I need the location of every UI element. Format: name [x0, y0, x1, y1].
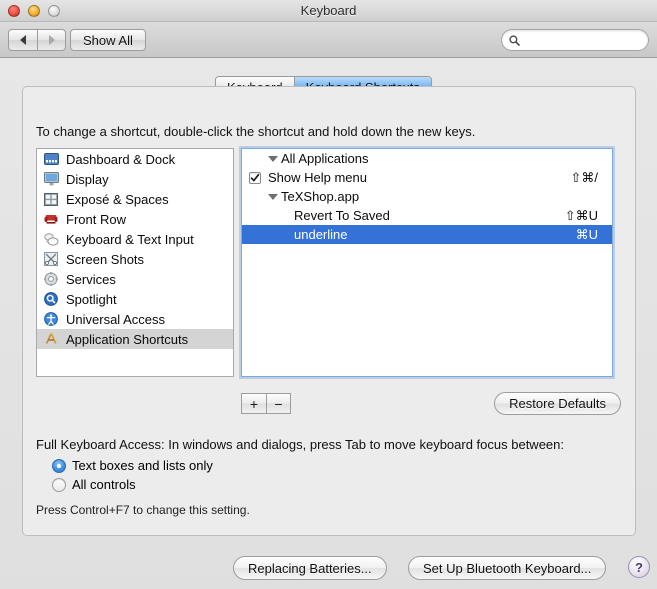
radio-text-boxes-and-lists-only[interactable]: Text boxes and lists only [52, 458, 213, 473]
window-title: Keyboard [300, 3, 357, 18]
search-field[interactable] [501, 29, 649, 51]
question-mark-icon: ? [635, 559, 643, 575]
minus-icon: − [274, 395, 283, 412]
sidebar-item-label: Universal Access [66, 311, 165, 327]
show-all-label: Show All [83, 32, 133, 48]
shortcut-key-combo[interactable]: ⇧⌘U [565, 208, 612, 224]
checkbox-checked-icon [249, 171, 261, 184]
radio-all-controls[interactable]: All controls [52, 477, 136, 492]
plus-icon: + [249, 395, 259, 412]
sidebar-item-spotlight[interactable]: Spotlight [37, 289, 233, 309]
sidebar-item-label: Screen Shots [66, 251, 145, 267]
shortcut-item-label: Show Help menu [268, 170, 367, 185]
radio-label: All controls [72, 477, 136, 492]
remove-shortcut-button[interactable]: − [266, 393, 291, 414]
shortcuts-list[interactable]: All Applications Show Help menu ⇧⌘/ TeXS… [241, 148, 613, 377]
shortcut-group-row[interactable]: TeXShop.app [242, 187, 612, 206]
universal-access-icon [43, 311, 59, 327]
sidebar-item-display[interactable]: Display [37, 169, 233, 189]
shortcut-group-label: All Applications [281, 151, 369, 166]
chevron-right-icon [48, 35, 55, 45]
expose-spaces-icon [43, 191, 59, 207]
shortcut-item-row[interactable]: Show Help menu ⇧⌘/ [242, 168, 612, 187]
sidebar-item-label: Front Row [66, 211, 126, 227]
show-all-button[interactable]: Show All [70, 29, 146, 51]
toolbar: Show All [0, 22, 657, 58]
sidebar-item-label: Display [66, 171, 109, 187]
instructions-text: To change a shortcut, double-click the s… [36, 124, 476, 139]
radio-selected-icon [52, 458, 66, 473]
sidebar-item-screen-shots[interactable]: Screen Shots [37, 249, 233, 269]
sidebar-item-label: Exposé & Spaces [66, 191, 169, 207]
replacing-batteries-button[interactable]: Replacing Batteries... [233, 556, 387, 580]
back-button[interactable] [8, 29, 37, 51]
add-remove-buttons: + − [241, 393, 291, 414]
sidebar-item-label: Spotlight [66, 291, 117, 307]
sidebar-item-label: Services [66, 271, 116, 287]
spotlight-icon [43, 291, 59, 307]
shortcut-key-combo[interactable]: ⌘U [576, 227, 612, 243]
shortcut-group-label: TeXShop.app [281, 189, 360, 204]
sidebar-item-label: Keyboard & Text Input [66, 231, 194, 247]
restore-defaults-label: Restore Defaults [509, 396, 606, 411]
restore-defaults-button[interactable]: Restore Defaults [494, 392, 621, 415]
sidebar-item-keyboard-text-input[interactable]: Keyboard & Text Input [37, 229, 233, 249]
category-list[interactable]: Dashboard & Dock Display Exposé & Spaces… [36, 148, 234, 377]
screen-shots-icon [43, 251, 59, 267]
keyboard-access-hint: Press Control+F7 to change this setting. [36, 503, 250, 517]
setup-bluetooth-keyboard-button[interactable]: Set Up Bluetooth Keyboard... [408, 556, 607, 580]
add-shortcut-button[interactable]: + [241, 393, 266, 414]
sidebar-item-universal-access[interactable]: Universal Access [37, 309, 233, 329]
shortcut-item-row-selected[interactable]: underline ⌘U [242, 225, 612, 244]
sidebar-item-dashboard-dock[interactable]: Dashboard & Dock [37, 149, 233, 169]
services-gear-icon [43, 271, 59, 287]
keyboard-text-icon [43, 231, 59, 247]
dashboard-dock-icon [43, 151, 59, 167]
disclosure-triangle-icon[interactable] [268, 155, 278, 162]
radio-unselected-icon [52, 477, 66, 492]
full-keyboard-access-label: Full Keyboard Access: In windows and dia… [36, 437, 564, 452]
sidebar-item-label: Application Shortcuts [66, 331, 189, 347]
forward-button [37, 29, 66, 51]
sidebar-item-application-shortcuts[interactable]: Application Shortcuts [37, 329, 233, 349]
sidebar-item-expose-spaces[interactable]: Exposé & Spaces [37, 189, 233, 209]
disclosure-triangle-icon[interactable] [268, 193, 278, 200]
shortcut-item-label: Revert To Saved [294, 208, 390, 223]
sidebar-item-front-row[interactable]: Front Row [37, 209, 233, 229]
sidebar-item-services[interactable]: Services [37, 269, 233, 289]
search-input[interactable] [524, 32, 636, 48]
shortcut-key-combo[interactable]: ⇧⌘/ [570, 170, 612, 186]
preferences-window: Keyboard Show All Keyboard [0, 0, 657, 589]
replacing-batteries-label: Replacing Batteries... [248, 560, 372, 576]
shortcut-item-label: underline [294, 227, 348, 242]
sidebar-item-label: Dashboard & Dock [66, 151, 176, 167]
application-shortcuts-icon [43, 331, 59, 347]
search-icon [509, 34, 520, 46]
titlebar: Keyboard [0, 0, 657, 22]
help-button[interactable]: ? [628, 556, 650, 578]
radio-label: Text boxes and lists only [72, 458, 213, 473]
display-icon [43, 171, 59, 187]
shortcut-item-row[interactable]: Revert To Saved ⇧⌘U [242, 206, 612, 225]
front-row-icon [43, 211, 59, 227]
setup-bluetooth-label: Set Up Bluetooth Keyboard... [423, 560, 592, 576]
chevron-left-icon [20, 35, 26, 45]
shortcut-group-row[interactable]: All Applications [242, 149, 612, 168]
shortcut-enabled-checkbox[interactable] [242, 171, 268, 184]
navigation-buttons [8, 29, 66, 51]
